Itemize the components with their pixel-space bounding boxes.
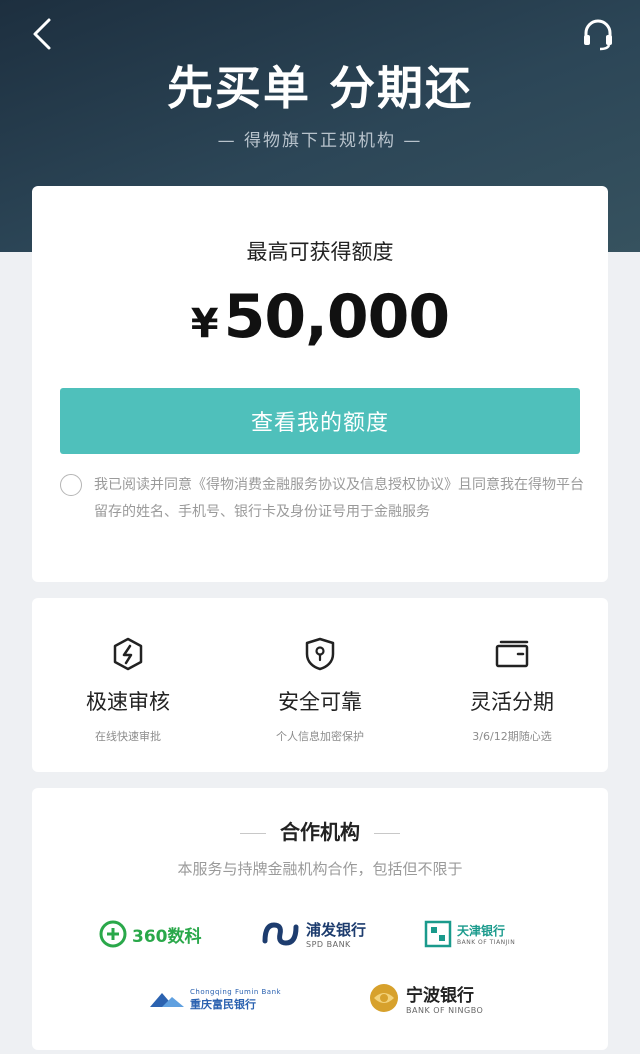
ningbo-bank-logo-icon [370,984,398,1012]
partner-name: 360数科 [132,926,202,947]
feature-subtitle: 个人信息加密保护 [276,730,364,743]
partner-logo-ningbo: 宁波银行 BANK OF NINGBO [368,978,483,1018]
limit-label: 最高可获得额度 [246,240,394,264]
feature-subtitle: 3/6/12期随心选 [472,730,552,743]
agreement-text: 我已阅读并同意《得物消费金融服务协议及信息授权协议》且同意我在得物平台留存的姓名… [94,472,584,526]
partners-card: 合作机构 本服务与持牌金融机构合作，包括但不限于 360数科 浦发银行 SPD … [32,788,608,1050]
lightning-shield-icon [113,637,143,671]
feature-flexible-installment: 灵活分期 3/6/12期随心选 [416,636,608,744]
partners-title: 合作机构 [32,816,608,845]
partner-logo-tianjin: 天津银行 BANK OF TIANJIN [424,914,515,954]
plus-circle-icon [99,920,127,948]
tianjin-bank-logo-icon [424,920,452,948]
agreement-prefix: 我已阅读并同意 [94,477,192,493]
partner-name: 宁波银行 [406,986,474,1006]
partner-name: 浦发银行 [306,921,367,939]
headset-icon [584,19,612,51]
partner-logo-fumin: Chongqing Fumin Bank 重庆富民银行 [148,980,281,1020]
feature-title: 安全可靠 [278,690,362,714]
partner-name-en: SPD BANK [306,940,351,949]
currency-symbol: ¥ [190,301,219,347]
credit-limit-card: 最高可获得额度 ¥50,000 查看我的额度 我已阅读并同意《得物消费金融服务协… [32,186,608,582]
partner-logo-360: 360数科 [98,914,202,954]
limit-amount: ¥50,000 [32,282,608,352]
customer-service-button[interactable] [578,14,618,54]
partner-name-en: BANK OF TIANJIN [457,939,516,946]
check-my-limit-button[interactable]: 查看我的额度 [60,388,580,454]
feature-fast-review: 极速审核 在线快速审批 [32,636,224,744]
feature-subtitle: 在线快速审批 [95,730,161,743]
features-card: 极速审核 在线快速审批 安全可靠 个人信息加密保护 灵活分期 3/6/12期随心… [32,598,608,772]
partners-title-text: 合作机构 [280,820,360,844]
partner-name-en: Chongqing Fumin Bank [190,988,282,996]
partner-name: 天津银行 [457,924,506,938]
partners-subtitle: 本服务与持牌金融机构合作，包括但不限于 [177,860,463,878]
chevron-left-icon [33,18,51,50]
title-dash [240,833,266,834]
security-shield-icon [305,637,335,671]
agreement-checkbox[interactable] [60,474,82,496]
feature-title: 极速审核 [86,690,170,714]
spd-bank-logo-icon [262,922,299,946]
amount-value: 50,000 [223,282,451,352]
feature-title: 灵活分期 [470,690,554,714]
partner-name: 重庆富民银行 [190,998,256,1011]
card-icon [495,640,529,668]
partner-logo-spd: 浦发银行 SPD BANK [262,914,366,954]
page-subtitle: — 得物旗下正规机构 — [217,131,423,151]
title-dash [374,833,400,834]
page-title: 先买单 分期还 [166,61,473,115]
partner-name-en: BANK OF NINGBO [406,1006,484,1015]
back-button[interactable] [24,16,60,52]
fumin-bank-logo-icon [150,993,184,1007]
feature-safe-reliable: 安全可靠 个人信息加密保护 [224,636,416,744]
agreement-link[interactable]: 《得物消费金融服务协议及信息授权协议》 [192,477,458,493]
